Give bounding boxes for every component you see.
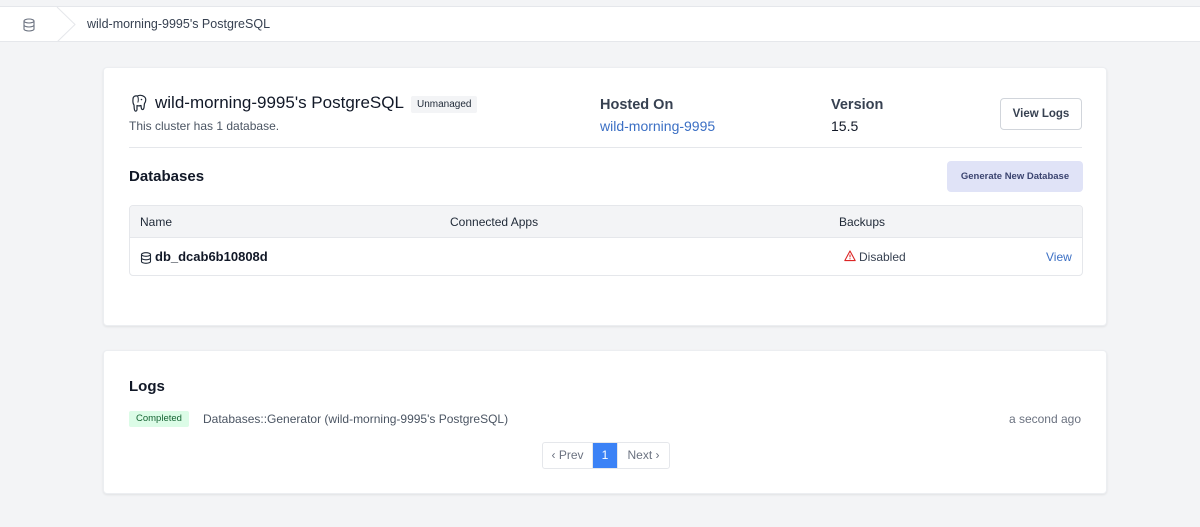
column-header-name: Name xyxy=(140,215,173,229)
databases-table: Name Connected Apps Backups db_dcab6b108… xyxy=(129,205,1083,276)
next-page-button[interactable]: Next › xyxy=(617,443,669,468)
database-icon xyxy=(140,252,152,264)
breadcrumb-current[interactable]: wild-morning-9995's PostgreSQL xyxy=(87,7,270,42)
cluster-title: wild-morning-9995's PostgreSQL xyxy=(155,93,404,112)
logs-card: Logs Completed Databases::Generator (wil… xyxy=(103,350,1107,494)
current-page-button[interactable]: 1 xyxy=(593,443,617,468)
hosted-on-label: Hosted On xyxy=(600,97,674,113)
home-button[interactable] xyxy=(0,7,58,42)
cluster-card: wild-morning-9995's PostgreSQL Unmanaged… xyxy=(103,67,1107,326)
top-bar: wild-morning-9995's PostgreSQL xyxy=(0,6,1200,42)
status-badge: Completed xyxy=(129,411,189,427)
view-logs-button[interactable]: View Logs xyxy=(1000,98,1082,130)
table-row: db_dcab6b10808d Disabled View xyxy=(130,238,1082,275)
log-entry-text[interactable]: Databases::Generator (wild-morning-9995'… xyxy=(203,412,508,426)
column-header-backups: Backups xyxy=(839,215,886,229)
prev-page-button[interactable]: ‹ Prev xyxy=(543,443,593,468)
pagination: ‹ Prev 1 Next › xyxy=(542,442,670,469)
divider xyxy=(129,147,1082,148)
log-entry-time: a second ago xyxy=(1008,412,1081,426)
backup-status: Disabled xyxy=(859,250,906,264)
version-label: Version xyxy=(831,97,884,113)
logs-heading: Logs xyxy=(129,378,165,395)
breadcrumb-separator-icon xyxy=(56,7,76,42)
column-header-connected-apps: Connected Apps xyxy=(450,215,539,229)
version-value: 15.5 xyxy=(831,118,859,134)
generate-new-database-button[interactable]: Generate New Database xyxy=(947,161,1083,192)
database-name: db_dcab6b10808d xyxy=(155,249,268,264)
warning-triangle-icon xyxy=(844,250,856,262)
view-database-link[interactable]: View xyxy=(1046,238,1072,275)
database-stack-icon xyxy=(23,17,35,32)
table-header: Name Connected Apps Backups xyxy=(130,206,1082,238)
databases-heading: Databases xyxy=(129,168,205,185)
postgresql-elephant-icon xyxy=(132,94,147,112)
unmanaged-badge: Unmanaged xyxy=(411,96,478,113)
hosted-on-link[interactable]: wild-morning-9995 xyxy=(600,118,715,134)
cluster-subtitle: This cluster has 1 database. xyxy=(129,119,280,133)
